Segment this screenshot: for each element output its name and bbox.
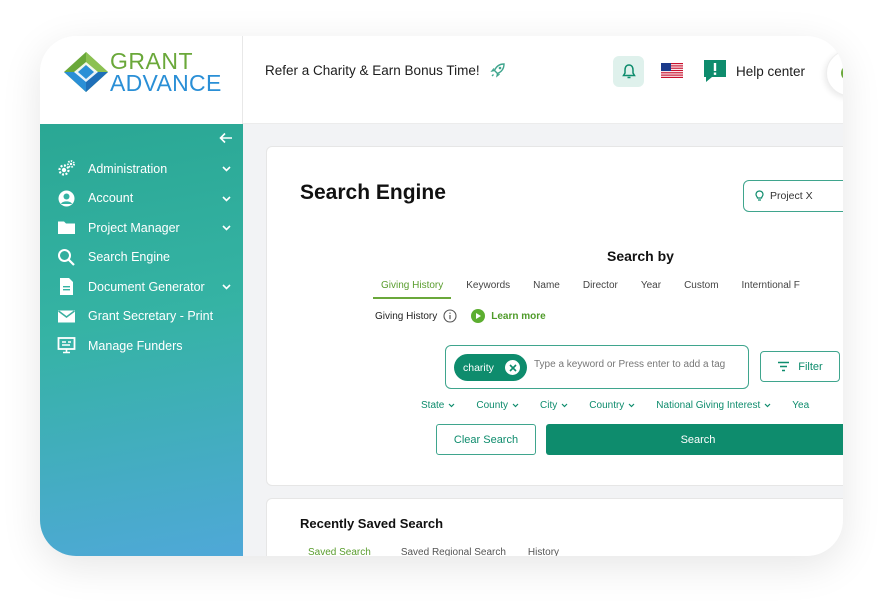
filter-county-label: County [476,400,509,411]
clear-search-button[interactable]: Clear Search [436,424,536,455]
filter-state-label: State [421,400,445,411]
filter-county[interactable]: County [476,400,520,411]
sidebar-item-label: Search Engine [88,250,171,265]
learn-more-label: Learn more [491,310,546,322]
filter-label: Filter [798,360,823,373]
project-selector[interactable]: Project X [743,180,843,212]
tab-custom[interactable]: Custom [676,280,726,299]
chevron-down-icon [222,195,231,202]
tab-giving-history[interactable]: Giving History [373,280,452,299]
sidebar: Administration Account Project Manager S… [40,124,243,556]
filter-button[interactable]: Filter [760,351,840,382]
tab-history[interactable]: History [528,547,559,556]
sidebar-item-administration[interactable]: Administration [40,154,243,184]
filter-dropdowns: State County City Country National Givin… [421,400,829,411]
giving-history-row: Giving History Learn more [375,309,546,323]
chevron-down-icon [448,403,455,408]
tab-international[interactable]: Interntional F [734,280,808,299]
recently-saved-search-card: Recently Saved Search Saved Search Saved… [266,498,843,556]
chevron-down-icon [764,403,771,408]
filter-country-label: Country [589,400,625,411]
logo-line-grant: GRANT [110,48,193,74]
search-engine-card: Search Engine Project X Search by Giving… [266,146,843,486]
sidebar-item-label: Manage Funders [88,338,183,353]
sidebar-nav: Administration Account Project Manager S… [40,154,243,361]
filter-state[interactable]: State [421,400,456,411]
help-center-button[interactable]: Help center [702,58,805,84]
bell-icon [621,64,636,79]
sidebar-item-document-generator[interactable]: Document Generator [40,272,243,302]
learn-more-link[interactable]: Learn more [471,309,546,323]
giving-history-label: Giving History [375,310,438,322]
sidebar-item-label: Grant Secretary - Print [88,309,214,324]
play-icon [471,309,486,323]
app-frame: GRANT ADVANCE Refer a Charity & Earn Bon… [40,36,843,556]
monitor-icon [57,336,76,355]
lightbulb-icon [755,190,764,201]
us-flag-icon[interactable] [661,63,683,78]
tab-keywords[interactable]: Keywords [458,280,518,299]
logo-wordmark: GRANT ADVANCE [110,48,222,96]
tab-name[interactable]: Name [525,280,568,299]
sidebar-item-manage-funders[interactable]: Manage Funders [40,331,243,361]
project-label: Project X [770,190,813,202]
sidebar-item-project-manager[interactable]: Project Manager [40,213,243,243]
arrow-left-icon[interactable] [218,130,234,146]
logo[interactable]: GRANT ADVANCE [40,36,243,124]
chevron-down-icon [222,225,231,231]
search-button[interactable]: Search [546,424,843,455]
search-by-heading: Search by [607,248,674,264]
mail-icon [57,307,76,326]
search-icon [57,248,76,267]
sidebar-item-label: Project Manager [88,220,180,235]
logo-line-advance: ADVANCE [110,70,222,96]
info-icon[interactable] [443,309,457,323]
grant-advance-logo-icon [64,52,108,92]
tab-saved-regional-search[interactable]: Saved Regional Search [401,547,506,556]
tab-year[interactable]: Year [633,280,669,299]
tag-input[interactable] [534,359,746,370]
chevron-down-icon [561,403,568,408]
close-icon[interactable] [505,360,520,375]
filter-national-giving-interest-label: National Giving Interest [656,400,761,411]
recent-tabs: Saved Search Saved Regional Search Histo… [300,547,559,556]
filter-country[interactable]: Country [589,400,636,411]
filter-national-giving-interest[interactable]: National Giving Interest [656,400,772,411]
notifications-button[interactable] [613,56,644,87]
document-icon [57,277,76,296]
chevron-down-icon [512,403,519,408]
tag-search-box[interactable]: charity [445,345,749,389]
help-chat-icon [704,60,726,82]
sidebar-item-grant-secretary-print[interactable]: Grant Secretary - Print [40,302,243,332]
avatar[interactable] [826,50,843,96]
filter-year[interactable]: Yea [792,400,809,411]
rocket-icon [489,63,505,78]
sidebar-item-label: Document Generator [88,279,205,294]
chevron-down-icon [628,403,635,408]
top-bar: GRANT ADVANCE Refer a Charity & Earn Bon… [40,36,843,124]
tag-chip-label: charity [463,361,494,374]
folder-icon [57,218,76,237]
refer-charity-link[interactable]: Refer a Charity & Earn Bonus Time! [265,62,506,78]
tab-saved-search[interactable]: Saved Search [300,547,379,556]
user-circle-icon [57,189,76,208]
recent-search-title: Recently Saved Search [300,516,444,531]
sidebar-item-account[interactable]: Account [40,184,243,214]
help-center-label: Help center [736,63,806,79]
tag-chip: charity [454,354,527,381]
filter-icon [778,361,790,372]
refer-text: Refer a Charity & Earn Bonus Time! [265,62,480,78]
search-tabs: Giving History Keywords Name Director Ye… [373,280,815,299]
filter-city[interactable]: City [540,400,569,411]
page-title: Search Engine [300,181,446,204]
sidebar-item-label: Account [88,191,134,206]
filter-year-label: Yea [792,400,810,411]
filter-city-label: City [540,400,558,411]
chevron-down-icon [222,166,231,172]
tab-director[interactable]: Director [575,280,626,299]
gears-icon [57,159,76,178]
sidebar-item-label: Administration [88,161,168,176]
sidebar-item-search-engine[interactable]: Search Engine [40,243,243,273]
chevron-down-icon [222,284,231,290]
